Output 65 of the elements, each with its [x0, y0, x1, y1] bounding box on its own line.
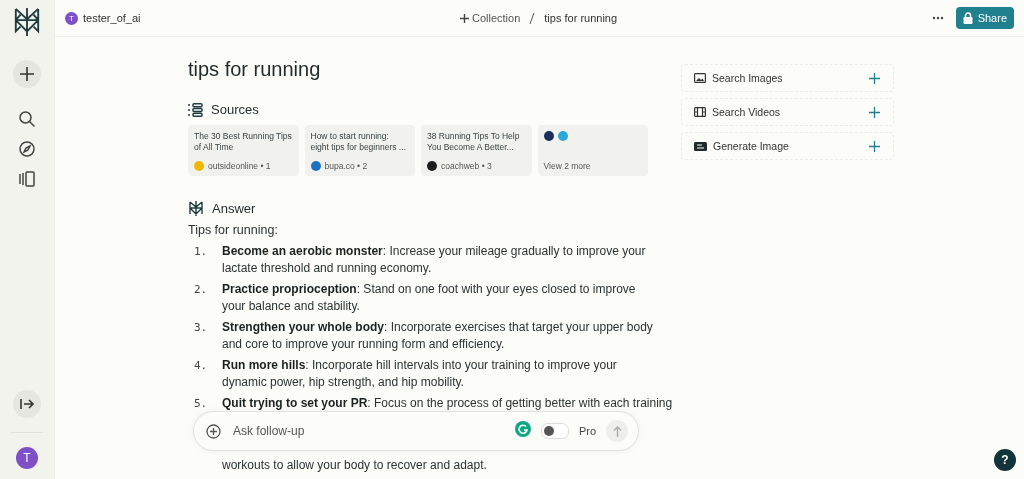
- source-title: The 30 Best Running Tips of All Time: [194, 131, 293, 153]
- plus-icon: [869, 72, 880, 84]
- answer-intro: Tips for running:: [188, 223, 279, 237]
- source-domain: coachweb • 3: [441, 161, 492, 171]
- section-heading: Sources: [211, 102, 259, 117]
- plus-icon: [869, 140, 880, 152]
- search-icon[interactable]: [18, 110, 36, 128]
- source-domain: bupa.co • 2: [324, 161, 368, 171]
- answer-paragraph: Quit trying to set your PR: Focus on the process of getting better with each training: [222, 395, 673, 412]
- answer-paragraph: workouts to allow your body to recover and adapt.: [222, 457, 488, 474]
- sources-icon: [188, 102, 203, 117]
- action-item[interactable]: Search Videos: [681, 98, 894, 126]
- add-icon[interactable]: [206, 423, 221, 439]
- answer-paragraph: Become an aerobic monster: Increase your mileage gradually to improve your lactate threshold and running economy.: [222, 243, 647, 277]
- add-collection-button[interactable]: Collection: [460, 12, 521, 24]
- list-number: 3.: [193, 320, 209, 336]
- more-sources-card[interactable]: View 2 more: [537, 125, 648, 176]
- more-icon[interactable]: [931, 16, 944, 20]
- source-card[interactable]: 38 Running Tips To Help You Become A Better... coachweb • 3: [421, 125, 532, 176]
- action-item[interactable]: Generate Image: [681, 132, 894, 160]
- user-avatar: T: [65, 11, 78, 25]
- expand-sidebar-button[interactable]: [13, 390, 41, 418]
- action-label: Generate Image: [713, 140, 790, 152]
- username[interactable]: tester_of_ai: [83, 12, 141, 24]
- thread-title: tips for running: [544, 12, 618, 24]
- new-thread-button[interactable]: [13, 60, 41, 88]
- pro-toggle[interactable]: [540, 423, 569, 439]
- source-title: How to start running: eight tips for beginners ...: [310, 131, 407, 153]
- view-more-label: View 2 more: [543, 161, 592, 171]
- slash-icon: [529, 12, 536, 24]
- list-number: 2.: [193, 282, 209, 298]
- source-card[interactable]: How to start running: eight tips for beginners ... bupa.co • 2: [304, 125, 415, 176]
- arrow-icon: [19, 397, 35, 411]
- share-button[interactable]: Share: [955, 7, 1014, 29]
- logo-icon[interactable]: [13, 6, 41, 38]
- answer-paragraph: Strengthen your whole body: Incorporate exercises that target your upper body and core to improve your running form and efficiency.: [222, 319, 654, 353]
- list-number: 1.: [193, 244, 209, 260]
- source-card[interactable]: The 30 Best Running Tips of All Time outsideonline • 1: [188, 125, 299, 176]
- source-title: 38 Running Tips To Help You Become A Better...: [427, 131, 521, 153]
- query-title: tips for running: [188, 58, 322, 81]
- answer-paragraph: Run more hills: Incorporate hill intervals into your training to improve your dynamic power, hip strength, and hip mobility.: [222, 357, 618, 391]
- action-item[interactable]: Search Images: [681, 64, 894, 92]
- source-domain: outsideonline • 1: [208, 161, 271, 171]
- lock-icon: [962, 12, 973, 24]
- arrow-up-icon: [612, 425, 622, 437]
- action-label: Search Images: [712, 72, 784, 84]
- grammarly-icon: [514, 421, 531, 437]
- list-number: 4.: [193, 358, 209, 374]
- answer-icon: [188, 200, 204, 217]
- section-heading: Answer: [212, 201, 256, 216]
- image-icon: [694, 73, 706, 83]
- plus-icon: [18, 65, 36, 83]
- user-avatar[interactable]: T: [16, 447, 38, 469]
- follow-up-field[interactable]: Ask follow-up: [231, 423, 505, 439]
- pro-badge-icon: [694, 141, 707, 151]
- compass-icon[interactable]: [18, 140, 36, 158]
- action-label: Search Videos: [712, 106, 782, 118]
- film-icon: [694, 107, 706, 117]
- plus-icon: [869, 106, 880, 118]
- library-icon[interactable]: [18, 170, 36, 188]
- list-number: 5.: [193, 396, 209, 412]
- plus-icon: [460, 13, 469, 23]
- help-button[interactable]: ?: [994, 449, 1016, 471]
- pro-label: Pro: [578, 425, 596, 437]
- answer-paragraph: Practice proprioception: Stand on one foot with your eyes closed to improve your balance and stability.: [222, 281, 637, 315]
